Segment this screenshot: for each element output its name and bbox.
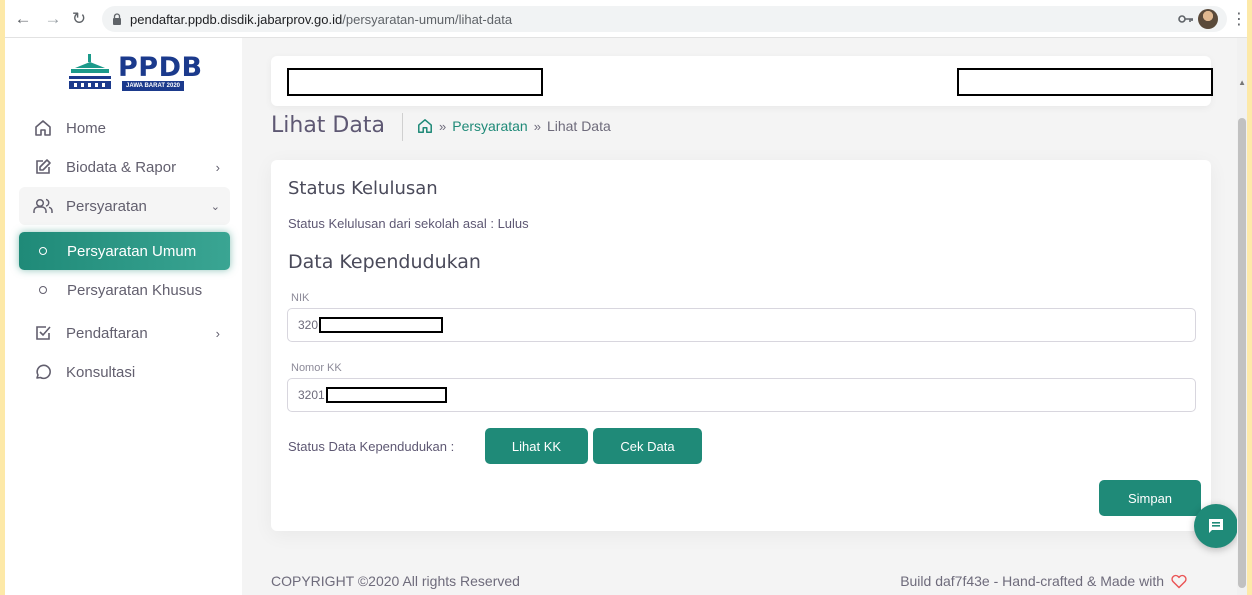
cek-data-button[interactable]: Cek Data xyxy=(593,428,702,464)
sidebar-item-biodata[interactable]: Biodata & Rapor › xyxy=(19,148,230,186)
redacted-box xyxy=(957,68,1213,96)
url-host: pendaftar.ppdb.disdik.jabarprov.go.id xyxy=(130,11,343,27)
status-kelulusan-heading: Status Kelulusan xyxy=(288,178,438,199)
scroll-up-icon[interactable]: ▲ xyxy=(1238,78,1246,87)
page-scrollbar[interactable]: ▲ xyxy=(1237,38,1247,595)
profile-avatar[interactable] xyxy=(1198,9,1218,29)
nomor-kk-field[interactable]: 3201 xyxy=(287,378,1196,412)
nomor-kk-value: 3201 xyxy=(298,388,325,402)
nik-value: 320 xyxy=(298,318,319,332)
breadcrumb-link-persyaratan[interactable]: Persyaratan xyxy=(452,118,527,134)
sidebar-item-label: Home xyxy=(66,119,107,137)
key-icon[interactable] xyxy=(1178,14,1194,24)
back-icon[interactable]: ← xyxy=(11,7,35,31)
status-kelulusan-text: Status Kelulusan dari sekolah asal : Lul… xyxy=(288,216,529,231)
sidebar-subitem-label: Persyaratan Khusus xyxy=(67,281,203,299)
edit-icon xyxy=(32,156,54,178)
nik-label: NIK xyxy=(291,292,310,304)
data-kependudukan-heading: Data Kependudukan xyxy=(288,251,481,273)
status-data-kependudukan-label: Status Data Kependudukan : xyxy=(288,439,455,454)
redacted-box xyxy=(325,387,447,403)
forward-icon[interactable]: → xyxy=(41,7,65,31)
sidebar-subitem-label: Persyaratan Umum xyxy=(67,242,197,260)
breadcrumb-separator-icon: » xyxy=(439,118,447,134)
users-icon xyxy=(32,195,54,217)
logo-title: PPDB xyxy=(118,52,203,83)
lihat-kk-button[interactable]: Lihat KK xyxy=(485,428,588,464)
chat-icon xyxy=(1209,519,1223,533)
simpan-button[interactable]: Simpan xyxy=(1099,480,1201,516)
sidebar-subitem-persyaratan-umum[interactable]: Persyaratan Umum xyxy=(19,232,230,270)
home-icon xyxy=(32,117,54,139)
sidebar-item-label: Pendaftaran xyxy=(66,324,148,342)
content-card: Status Kelulusan Status Kelulusan dari s… xyxy=(271,160,1211,531)
sidebar-subitem-persyaratan-khusus[interactable]: Persyaratan Khusus xyxy=(19,271,230,309)
breadcrumb: » Persyaratan » Lihat Data xyxy=(417,118,611,134)
heart-icon xyxy=(1171,574,1187,589)
message-circle-icon xyxy=(32,361,54,383)
reload-icon[interactable]: ↻ xyxy=(67,7,91,31)
sidebar-item-label: Biodata & Rapor xyxy=(66,158,177,176)
scroll-thumb[interactable] xyxy=(1238,118,1246,588)
breadcrumb-current: Lihat Data xyxy=(546,118,611,134)
home-icon[interactable] xyxy=(417,118,433,134)
redacted-box xyxy=(287,68,543,96)
footer-copyright: COPYRIGHT ©2020 All rights Reserved xyxy=(271,573,520,589)
nik-field[interactable]: 320 xyxy=(287,308,1196,342)
logo-badge: JAWA BARAT 2020 xyxy=(122,81,185,91)
footer-build-text: Build daf7f43e - Hand-crafted & Made wit… xyxy=(900,573,1164,589)
top-navbar xyxy=(271,56,1213,106)
chevron-right-icon: › xyxy=(215,159,220,175)
check-square-icon xyxy=(32,322,54,344)
sidebar-item-label: Konsultasi xyxy=(66,363,136,381)
circle-icon xyxy=(39,286,47,294)
browser-menu-icon[interactable]: ⋮ xyxy=(1231,9,1247,29)
sidebar-item-pendaftaran[interactable]: Pendaftaran › xyxy=(19,314,230,352)
chat-button[interactable] xyxy=(1194,504,1238,548)
redacted-box xyxy=(319,317,444,333)
breadcrumb-separator-icon: » xyxy=(533,118,541,134)
address-bar[interactable]: pendaftar.ppdb.disdik.jabarprov.go.id/pe… xyxy=(102,6,1227,32)
nomor-kk-label: Nomor KK xyxy=(291,362,342,374)
url-path: /persyaratan-umum/lihat-data xyxy=(342,11,513,27)
sidebar-item-konsultasi[interactable]: Konsultasi xyxy=(19,353,230,391)
sidebar-item-home[interactable]: Home xyxy=(19,109,230,147)
sidebar-item-label: Persyaratan xyxy=(66,197,147,215)
chevron-right-icon: › xyxy=(215,325,220,341)
chevron-down-icon: ⌄ xyxy=(210,200,220,213)
page-title: Lihat Data xyxy=(271,113,385,138)
breadcrumb-divider xyxy=(402,113,403,141)
circle-icon xyxy=(39,247,47,255)
browser-toolbar: ← → ↻ pendaftar.ppdb.disdik.jabarprov.go… xyxy=(5,0,1247,38)
ppdb-logo[interactable]: PPDB JAWA BARAT 2020 xyxy=(67,51,202,91)
footer-build: Build daf7f43e - Hand-crafted & Made wit… xyxy=(900,573,1188,589)
sidebar: PPDB JAWA BARAT 2020 Home Biodata & Rapo… xyxy=(5,38,242,595)
sidebar-item-persyaratan[interactable]: Persyaratan ⌄ xyxy=(19,187,230,225)
app-frame: ← → ↻ pendaftar.ppdb.disdik.jabarprov.go… xyxy=(5,0,1247,595)
building-logo-icon xyxy=(69,54,111,89)
lock-icon xyxy=(113,13,121,25)
